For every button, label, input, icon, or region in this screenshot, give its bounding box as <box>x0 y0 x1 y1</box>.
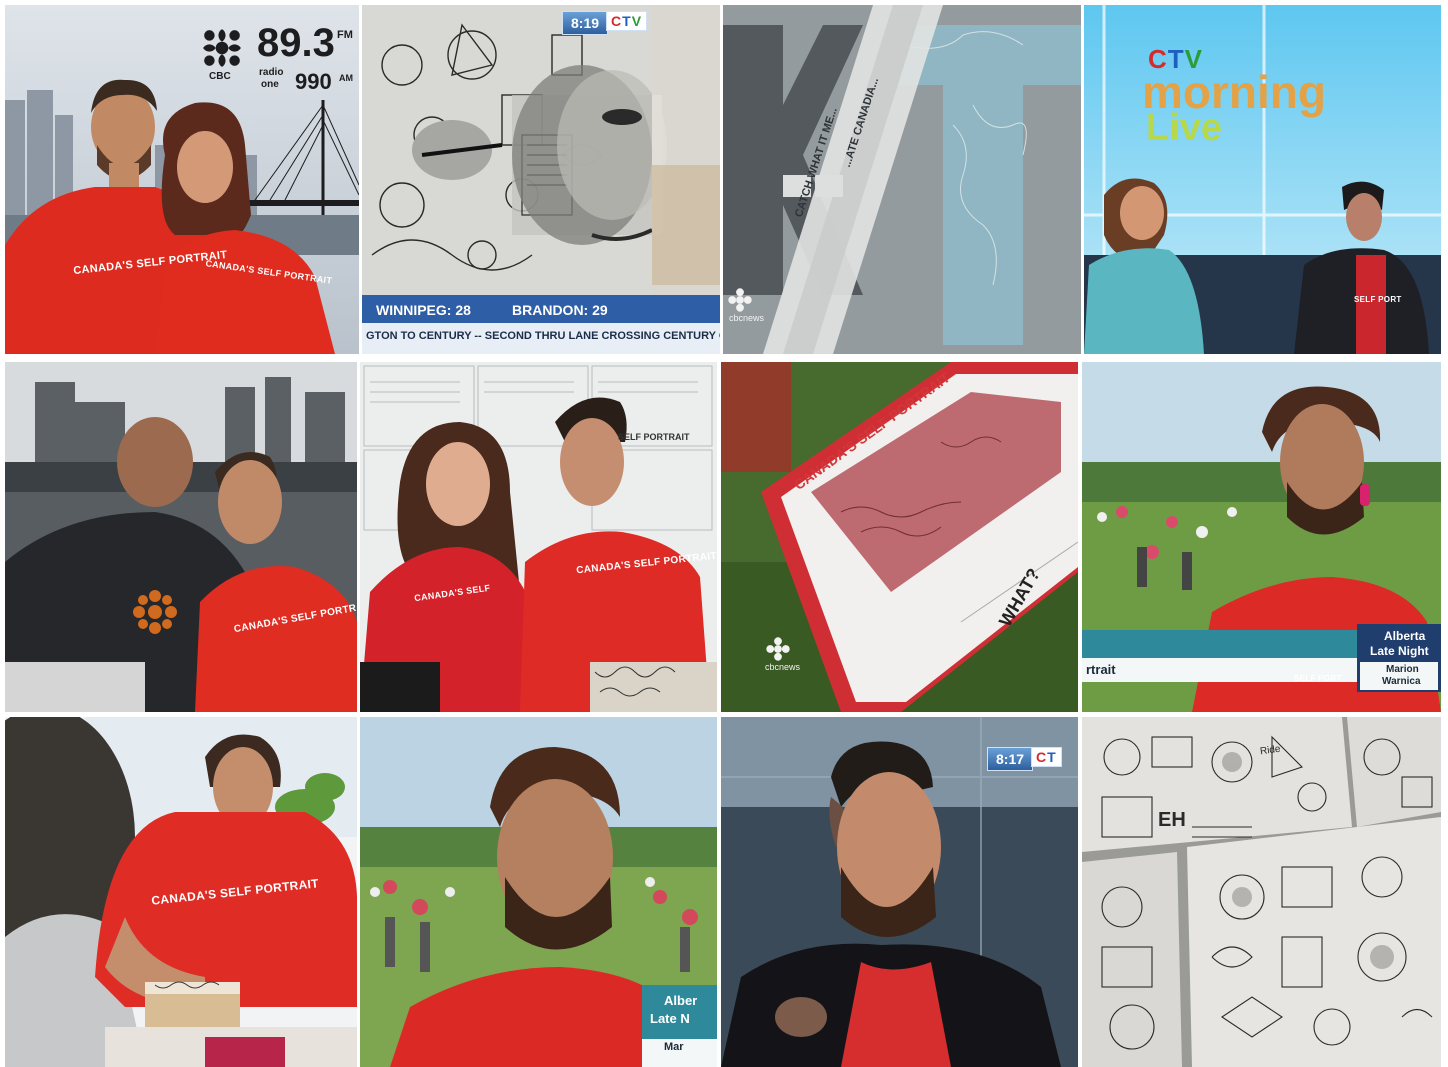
ctv-logo-t: T <box>1047 749 1057 765</box>
wall-poster-text: SELF PORTRAIT <box>618 432 690 442</box>
broadcast-clock: 8:17 <box>987 747 1034 771</box>
radio-fm-label: FM <box>337 29 353 41</box>
show-name-late-night: Late Night <box>1370 644 1429 658</box>
cbc-news-label: cbcnews <box>765 662 801 672</box>
ctv-logo: CT <box>1031 747 1062 767</box>
photo-collage: CBC 89.3 FM radio one 990 AM CANADA'S SE… <box>0 0 1448 1067</box>
show-name-alberta: Alberta <box>1384 629 1426 643</box>
radio-am-label: AM <box>339 73 353 83</box>
ctv-logo-c: C <box>1036 749 1048 765</box>
host-last-name: Warnica <box>1382 676 1421 687</box>
ctv-logo: CTV <box>606 11 648 31</box>
photo-alberta-late-night-park-art <box>1082 362 1441 712</box>
photo-wall-portrait: SELF PORTRAIT CANADA'S SELF PORTRAIT CAN… <box>360 362 717 712</box>
ctv-logo-t: T <box>622 13 632 29</box>
news-ticker: GTON TO CENTURY -- SECOND THRU LANE CROS… <box>366 330 720 342</box>
radio-frequency-am: 990 <box>295 69 332 94</box>
ctv-logo-c: C <box>611 13 623 29</box>
photo-cbc-radio-duo: CBC 89.3 FM radio one 990 AM CANADA'S SE… <box>5 5 359 354</box>
lower-third-caption: rtrait <box>1086 662 1116 677</box>
photo-ctv-studio-closeup: 8:17 CT <box>721 717 1078 1067</box>
photo-doodle-tiles: EH Ride <box>1082 717 1441 1067</box>
photo-cbc-news-card: CATCH WHAT IT ME... ...ATE CANADIA... cb… <box>723 5 1081 354</box>
ctv-logo-v: V <box>631 13 643 29</box>
weather-winnipeg: WINNIPEG: 28 <box>376 302 471 318</box>
photo-park-interview: Alber Late N Mar <box>360 717 717 1067</box>
weather-brandon: BRANDON: 29 <box>512 302 608 318</box>
cbc-wordmark: CBC <box>209 71 231 82</box>
photo-alberta-late-night-park: rtrait Alberta Late Night Marion Warnica… <box>1082 362 1441 712</box>
cbc-news-label: cbcnews <box>729 313 765 323</box>
show-title-live: Live <box>1146 107 1223 149</box>
photo-cbc-radio-hosts: CANADA'S SELF PORTRAIT <box>5 362 357 712</box>
doodle-text-eh: EH <box>1158 809 1186 831</box>
photo-drawing-table: CANADA'S SELF PORTRAIT <box>5 717 357 1067</box>
radio-one-word: one <box>261 79 279 90</box>
cbc-gem-icon <box>203 29 241 67</box>
photo-doodle-tiles-art <box>1082 717 1441 1067</box>
cbc-gem-icon <box>728 288 752 312</box>
photo-ctv-drawing: 8:19 CTV WINNIPEG: 28 BRANDON: 29 GTON T… <box>362 5 720 354</box>
cbc-gem-icon <box>766 637 790 661</box>
photo-ctv-morning-live: CTV morning Live SELF PORT <box>1084 5 1441 354</box>
photo-self-portrait-card: CANADA'S SELF PORTRAIT WHAT? cbcnews <box>721 362 1078 712</box>
radio-word: radio <box>259 67 284 78</box>
show-name-late-night: Late N <box>650 1011 690 1026</box>
photo-wall-portrait-art <box>360 362 717 712</box>
photo-cbc-radio-hosts-art <box>5 362 357 712</box>
host-first-name: Marion <box>1386 664 1419 675</box>
shirt-text: SELF PORT <box>1354 295 1402 304</box>
broadcast-clock: 8:19 <box>562 11 609 35</box>
show-name-alberta: Alber <box>664 993 698 1008</box>
shirt-text: SELF PORT <box>1294 674 1342 683</box>
photo-cbc-news-card-art <box>723 5 1081 354</box>
radio-frequency-fm: 89.3 <box>257 21 335 65</box>
host-first-name: Mar <box>664 1041 684 1053</box>
